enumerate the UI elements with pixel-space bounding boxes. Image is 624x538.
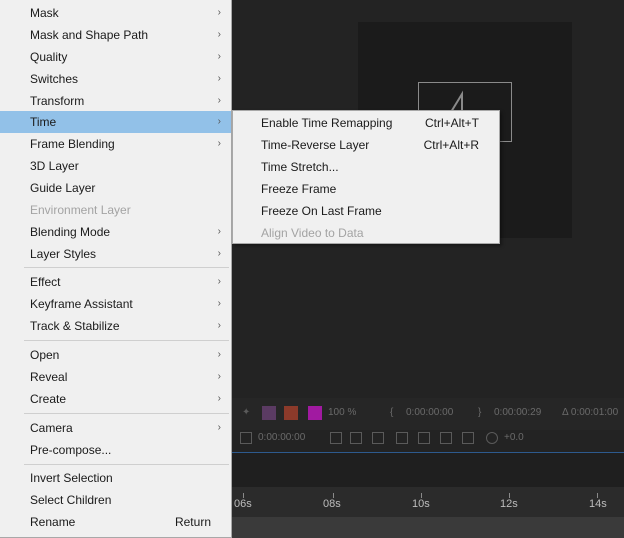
menu-separator: [24, 464, 229, 465]
transparency-grid-icon[interactable]: [418, 432, 430, 444]
menu-item-freeze-on-last-frame[interactable]: Freeze On Last Frame: [233, 200, 499, 222]
show-snapshot-icon[interactable]: [350, 432, 362, 444]
label-red-swatch[interactable]: [284, 406, 298, 420]
shortcut-label: Ctrl+Alt+T: [424, 116, 479, 130]
menu-item-create[interactable]: Create ›: [0, 388, 231, 410]
menu-item-mask[interactable]: Mask ›: [0, 2, 231, 24]
time-submenu: Enable Time Remapping Ctrl+Alt+T Time-Rev…: [232, 110, 500, 244]
chevron-right-icon: ›: [217, 248, 221, 259]
chevron-right-icon: ›: [217, 349, 221, 360]
chevron-right-icon: ›: [217, 116, 221, 127]
menu-item-time-reverse-layer[interactable]: Time-Reverse Layer Ctrl+Alt+R: [233, 134, 499, 156]
shortcut-label: Ctrl+Alt+R: [423, 138, 479, 152]
menu-item-rename[interactable]: Rename Return: [0, 511, 231, 533]
timecode-duration[interactable]: Δ 0:00:01:00: [562, 407, 618, 418]
menu-item-reveal[interactable]: Reveal ›: [0, 366, 231, 388]
chevron-right-icon: ›: [217, 298, 221, 309]
menu-item-camera[interactable]: Camera ›: [0, 417, 231, 439]
shortcut-label: Return: [174, 515, 211, 529]
label-magenta-swatch[interactable]: [308, 406, 322, 420]
chevron-right-icon: ›: [217, 95, 221, 106]
label-color-swatch[interactable]: [262, 406, 276, 420]
fast-preview-icon[interactable]: [462, 432, 474, 444]
menu-item-select-children[interactable]: Select Children: [0, 489, 231, 511]
ruler-label: 12s: [500, 498, 518, 510]
shy-icon[interactable]: ✦: [242, 407, 250, 418]
menu-item-effect[interactable]: Effect ›: [0, 271, 231, 293]
menu-item-transform[interactable]: Transform ›: [0, 90, 231, 112]
menu-item-keyframe-assistant[interactable]: Keyframe Assistant ›: [0, 293, 231, 315]
current-time[interactable]: 0:00:00:00: [258, 432, 305, 443]
menu-separator: [24, 340, 229, 341]
menu-item-switches[interactable]: Switches ›: [0, 68, 231, 90]
exposure-icon[interactable]: [486, 432, 498, 444]
menu-item-mask-and-shape-path[interactable]: Mask and Shape Path ›: [0, 24, 231, 46]
divider-bracket-icon: }: [478, 407, 482, 418]
menu-item-invert-selection[interactable]: Invert Selection: [0, 467, 231, 489]
chevron-right-icon: ›: [217, 51, 221, 62]
timecode-start[interactable]: 0:00:00:00: [406, 407, 453, 418]
exposure-offset[interactable]: +0.0: [504, 432, 524, 443]
chevron-right-icon: ›: [217, 226, 221, 237]
menu-item-frame-blending[interactable]: Frame Blending ›: [0, 133, 231, 155]
view-options-icon[interactable]: [440, 432, 452, 444]
timeline-navigator[interactable]: [232, 453, 624, 487]
menu-item-align-video-to-data: Align Video to Data: [261, 226, 364, 240]
ruler-label: 06s: [234, 498, 252, 510]
ruler-label: 08s: [323, 498, 341, 510]
region-of-interest-icon[interactable]: [396, 432, 408, 444]
menu-item-blending-mode[interactable]: Blending Mode ›: [0, 221, 231, 243]
menu-item-3d-layer[interactable]: 3D Layer: [0, 155, 231, 177]
menu-item-time[interactable]: Time ›: [0, 111, 231, 133]
menu-item-quality[interactable]: Quality ›: [0, 46, 231, 68]
menu-separator: [24, 267, 229, 268]
menu-item-time-stretch[interactable]: Time Stretch...: [233, 156, 499, 178]
menu-item-enable-time-remapping[interactable]: Enable Time Remapping Ctrl+Alt+T: [233, 112, 499, 134]
menu-item-freeze-frame[interactable]: Freeze Frame: [233, 178, 499, 200]
menu-item-pre-compose[interactable]: Pre-compose...: [0, 439, 231, 461]
chevron-right-icon: ›: [217, 320, 221, 331]
divider-bracket-icon: {: [390, 407, 394, 418]
timeline-controls: 0:00:00:00 +0.0: [232, 428, 624, 450]
chevron-right-icon: ›: [217, 276, 221, 287]
menu-item-track-and-stabilize[interactable]: Track & Stabilize ›: [0, 315, 231, 337]
menu-item-open[interactable]: Open ›: [0, 344, 231, 366]
menu-separator: [24, 413, 229, 414]
layer-bar-area[interactable]: [232, 517, 624, 538]
zoom-value[interactable]: 100 %: [328, 407, 356, 418]
timeline-toolbar: ✦ 100 % { 0:00:00:00 } 0:00:00:29 Δ 0:00…: [232, 404, 624, 424]
timecode-end[interactable]: 0:00:00:29: [494, 407, 541, 418]
snapshot-icon[interactable]: [330, 432, 342, 444]
ruler-label: 14s: [589, 498, 607, 510]
layer-context-menu: Mask › Mask and Shape Path › Quality › Swit…: [0, 0, 232, 538]
ruler-label: 10s: [412, 498, 430, 510]
menu-item-layer-styles[interactable]: Layer Styles ›: [0, 243, 231, 265]
menu-item-environment-layer: Environment Layer: [30, 203, 131, 217]
region-icon[interactable]: [240, 432, 252, 444]
channel-icon[interactable]: [372, 432, 384, 444]
chevron-right-icon: ›: [217, 371, 221, 382]
chevron-right-icon: ›: [217, 393, 221, 404]
chevron-right-icon: ›: [217, 138, 221, 149]
chevron-right-icon: ›: [217, 29, 221, 40]
chevron-right-icon: ›: [217, 73, 221, 84]
chevron-right-icon: ›: [217, 422, 221, 433]
chevron-right-icon: ›: [217, 7, 221, 18]
menu-item-guide-layer[interactable]: Guide Layer: [0, 177, 231, 199]
